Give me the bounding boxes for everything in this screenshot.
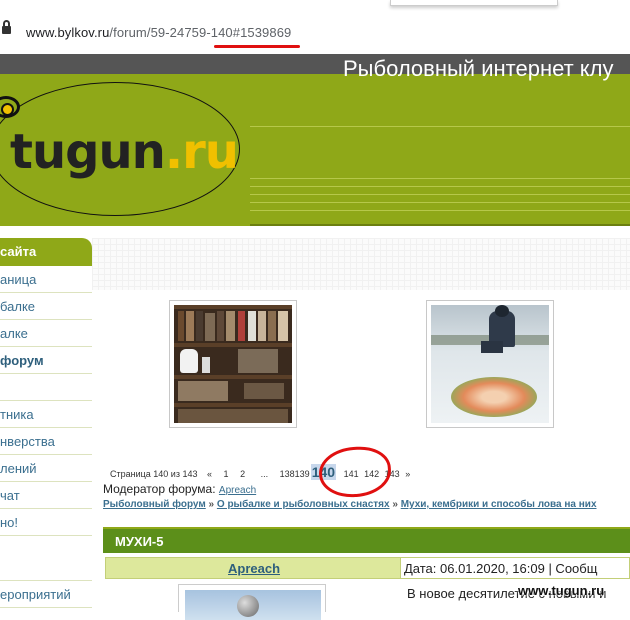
- sidebar-item-forum[interactable]: форум: [0, 347, 92, 374]
- topic-header: МУХИ-5: [103, 527, 630, 553]
- post-date: Дата: 06.01.2020, 16:09 | Сообщ: [404, 561, 598, 576]
- sidebar-item-mastery[interactable]: нверства: [0, 428, 92, 455]
- breadcrumb: Рыболовный форум » О рыбалке и рыболовны…: [103, 499, 597, 510]
- sidebar-item-chat[interactable]: чат: [0, 482, 92, 509]
- site-title: Рыболовный интернет клу: [343, 56, 614, 81]
- pagination-label: Страница 140 из 143: [110, 469, 198, 479]
- moderator-link[interactable]: Apreach: [219, 485, 256, 496]
- moderator-line: Модератор форума: Apreach: [103, 482, 256, 496]
- sidebar: сайта аница балке алке форум тника нверс…: [0, 238, 92, 612]
- sidebar-item-blank: [0, 374, 92, 401]
- page-link-138[interactable]: 138: [280, 469, 295, 479]
- breadcrumb-forum[interactable]: Рыболовный форум: [103, 499, 206, 510]
- sidebar-item-ads[interactable]: лений: [0, 455, 92, 482]
- post-meta-cell: Дата: 06.01.2020, 16:09 | Сообщ: [401, 557, 630, 579]
- red-underline-annotation: [214, 45, 300, 48]
- browser-popup-edge: [390, 0, 558, 6]
- ice-fishing-photo[interactable]: [426, 300, 554, 428]
- breadcrumb-sep: »: [208, 499, 215, 510]
- moderator-label: Модератор форума:: [103, 482, 216, 496]
- breadcrumb-section[interactable]: О рыбалке и рыболовных снастях: [217, 499, 390, 510]
- page-ellipsis: ...: [260, 469, 269, 479]
- avatar-ball-icon: [237, 595, 259, 617]
- page-link-139[interactable]: 139: [295, 469, 310, 479]
- page-next-link[interactable]: »: [405, 469, 410, 479]
- sidebar-heading: сайта: [0, 238, 92, 266]
- sidebar-item-main[interactable]: аница: [0, 266, 92, 293]
- topic-title: МУХИ-5: [115, 534, 164, 549]
- header-decor-lines: [250, 74, 630, 226]
- logo-text: tugun.ru: [10, 124, 239, 180]
- page-link-1[interactable]: 1: [224, 469, 229, 479]
- sidebar-item-events[interactable]: ероприятий: [0, 581, 92, 608]
- page-prev-link[interactable]: «: [207, 469, 212, 479]
- url-path: /forum/59-24759-140#1539869: [109, 25, 292, 40]
- breadcrumb-sep: »: [392, 499, 398, 510]
- watermark: www.tugun.ru: [518, 583, 605, 598]
- bookshelf-photo[interactable]: [169, 300, 297, 428]
- post-author-cell: Apreach: [105, 557, 401, 579]
- sidebar-item-fishing-2[interactable]: алке: [0, 320, 92, 347]
- url-field[interactable]: www.bylkov.ru/forum/59-24759-140#1539869: [26, 25, 291, 40]
- post-author-link[interactable]: Apreach: [106, 561, 402, 576]
- avatar[interactable]: [178, 584, 326, 620]
- lock-icon: [2, 20, 11, 34]
- sidebar-item-misc[interactable]: но!: [0, 509, 92, 536]
- page-link-2[interactable]: 2: [240, 469, 245, 479]
- sidebar-item-fishing[interactable]: балке: [0, 293, 92, 320]
- breadcrumb-topic[interactable]: Мухи, кембрики и способы лова на них: [401, 499, 597, 510]
- site-header: tugun.ru: [0, 74, 630, 226]
- sidebar-item-spacer: [0, 536, 92, 581]
- url-host: www.bylkov.ru: [26, 25, 110, 40]
- browser-address-bar: www.bylkov.ru/forum/59-24759-140#1539869: [0, 0, 630, 54]
- site-logo[interactable]: tugun.ru: [0, 74, 250, 226]
- sidebar-item-guide[interactable]: тника: [0, 401, 92, 428]
